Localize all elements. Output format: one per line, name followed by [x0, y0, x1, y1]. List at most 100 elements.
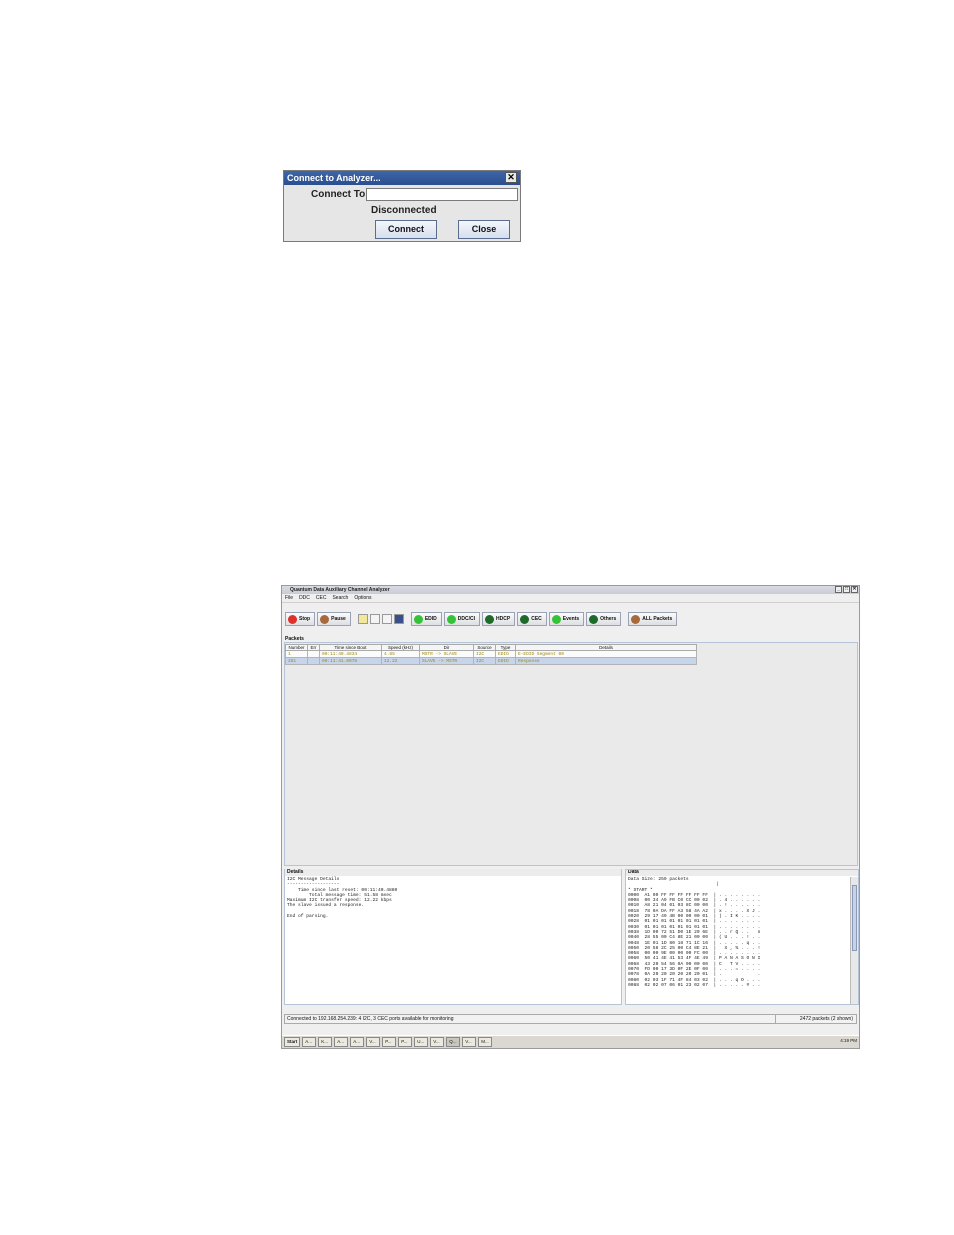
connection-status: Disconnected	[371, 205, 437, 216]
others-label: Others	[600, 616, 617, 622]
taskbar: Start A... K... A... A... V... P... P...…	[282, 1035, 859, 1048]
taskbar-item[interactable]: V...	[366, 1037, 381, 1047]
packets-table: Number Err Time since Boot Speed (kHz) D…	[285, 644, 697, 665]
cell-type: EDID	[495, 650, 516, 658]
cec-status-icon	[520, 614, 530, 624]
window-title: Quantum Data Auxiliary Channel Analyzer	[290, 587, 390, 593]
save-icon[interactable]	[393, 614, 404, 624]
close-icon[interactable]: ✕	[505, 172, 517, 183]
all-packets-button[interactable]: ALL Packets	[628, 612, 678, 626]
menu-options[interactable]: Options	[354, 594, 371, 602]
ddcci-label: DDC/CI	[457, 616, 476, 622]
open-folder-icon[interactable]	[381, 614, 392, 624]
analyzer-window: Quantum Data Auxiliary Channel Analyzer …	[281, 585, 860, 1049]
data-panel: Data Data Size: 259 packets | * START * …	[625, 869, 859, 1005]
data-panel-label: Data	[626, 870, 858, 876]
menu-search[interactable]: Search	[332, 594, 348, 602]
table-row-selected[interactable]: 261 00:11:41.0078 12.22 SLAVE -> MSTR I2…	[285, 657, 697, 665]
cell-details: Response	[515, 657, 697, 665]
stop-button[interactable]: Stop	[285, 612, 316, 626]
cell-time: 00:11:41.0078	[319, 657, 382, 665]
cell-number: 261	[285, 657, 308, 665]
taskbar-item[interactable]: P...	[382, 1037, 397, 1047]
cell-speed: 12.22	[381, 657, 420, 665]
cell-speed: 4.85	[381, 650, 420, 658]
menu-file[interactable]: File	[285, 594, 293, 602]
taskbar-item[interactable]: V...	[430, 1037, 445, 1047]
ddcci-status-icon	[446, 614, 456, 624]
cell-dir: SLAVE -> MSTR	[419, 657, 474, 665]
taskbar-item[interactable]: U...	[414, 1037, 429, 1047]
taskbar-item[interactable]: A...	[350, 1037, 365, 1047]
cell-time: 00:11:40.4834	[319, 650, 382, 658]
window-titlebar: Quantum Data Auxiliary Channel Analyzer …	[282, 586, 859, 594]
cell-type: EDID	[495, 657, 516, 665]
system-clock: 4:19 PM	[840, 1038, 857, 1043]
pause-label: Pause	[331, 616, 346, 622]
edid-filter-button[interactable]: EDID	[410, 612, 442, 626]
close-button[interactable]: Close	[458, 220, 510, 239]
connection-status-text: Connected to 192.168.254.239: 4 I2C, 3 C…	[287, 1016, 454, 1022]
cell-err	[307, 650, 320, 658]
taskbar-item[interactable]: V...	[462, 1037, 477, 1047]
hex-dump-text: Data Size: 259 packets | * START * 0000 …	[628, 877, 761, 988]
toolbar: Stop Pause EDID DDC/CI HDCP CEC Events O…	[285, 611, 856, 627]
start-button[interactable]: Start	[284, 1037, 301, 1047]
events-label: Events	[562, 616, 580, 622]
hdcp-filter-button[interactable]: HDCP	[482, 612, 516, 626]
taskbar-item-active[interactable]: Q...	[446, 1037, 461, 1047]
cell-source: I2C	[473, 650, 496, 658]
events-filter-button[interactable]: Events	[548, 612, 585, 626]
taskbar-item[interactable]: P...	[398, 1037, 413, 1047]
stop-icon	[288, 614, 297, 624]
cell-source: I2C	[473, 657, 496, 665]
details-panel: Details I2C Message Details ------------…	[284, 869, 622, 1005]
events-status-icon	[551, 614, 561, 624]
packet-count-text: 2472 packets (2 shown)	[799, 1016, 853, 1022]
connect-to-input[interactable]	[366, 188, 518, 201]
details-panel-label: Details	[285, 869, 621, 876]
col-number[interactable]: Number	[285, 644, 308, 651]
menu-cec[interactable]: CEC	[316, 594, 327, 602]
minimize-icon[interactable]: _	[835, 586, 842, 593]
hdcp-status-icon	[485, 614, 495, 624]
cec-label: CEC	[531, 616, 542, 622]
window-close-icon[interactable]: ✕	[851, 586, 858, 593]
wand-icon[interactable]	[357, 614, 368, 624]
taskbar-item[interactable]: M...	[478, 1037, 493, 1047]
taskbar-item[interactable]: A...	[334, 1037, 349, 1047]
menu-bar: File DDC CEC Search Options	[282, 594, 859, 603]
taskbar-item[interactable]: A...	[302, 1037, 317, 1047]
edid-status-icon	[413, 614, 423, 624]
others-status-icon	[589, 614, 599, 624]
details-text: I2C Message Details ------------------- …	[287, 877, 398, 920]
cell-err	[307, 657, 320, 665]
all-packets-label: ALL Packets	[642, 616, 673, 622]
status-bar: Connected to 192.168.254.239: 4 I2C, 3 C…	[284, 1014, 857, 1024]
dialog-titlebar: Connect to Analyzer... ✕	[284, 171, 520, 185]
connect-dialog: Connect to Analyzer... ✕ Connect To: Dis…	[283, 170, 521, 242]
hdcp-label: HDCP	[496, 616, 511, 622]
ddcci-filter-button[interactable]: DDC/CI	[443, 612, 481, 626]
connect-button[interactable]: Connect	[375, 220, 437, 239]
all-packets-icon	[631, 614, 641, 624]
menu-ddc[interactable]: DDC	[299, 594, 310, 602]
taskbar-item[interactable]: K...	[318, 1037, 333, 1047]
copy-icon[interactable]	[369, 614, 380, 624]
cell-number: 1	[285, 650, 308, 658]
data-scrollbar[interactable]	[850, 877, 858, 1004]
cell-dir: MSTR -> SLAVE	[419, 650, 474, 658]
connect-to-label: Connect To:	[311, 189, 369, 200]
cell-details: E-EDID Segment 00	[515, 650, 697, 658]
edid-label: EDID	[424, 616, 437, 622]
maximize-icon[interactable]: □	[843, 586, 850, 593]
packets-table-area: Number Err Time since Boot Speed (kHz) D…	[284, 642, 858, 866]
scrollbar-thumb[interactable]	[852, 885, 857, 951]
table-row[interactable]: 1 00:11:40.4834 4.85 MSTR -> SLAVE I2C E…	[285, 650, 697, 658]
cec-filter-button[interactable]: CEC	[517, 612, 547, 626]
others-filter-button[interactable]: Others	[586, 612, 622, 626]
pause-icon	[320, 614, 330, 624]
dialog-title: Connect to Analyzer...	[287, 173, 381, 183]
pause-button[interactable]: Pause	[317, 612, 351, 626]
stop-label: Stop	[299, 616, 311, 622]
